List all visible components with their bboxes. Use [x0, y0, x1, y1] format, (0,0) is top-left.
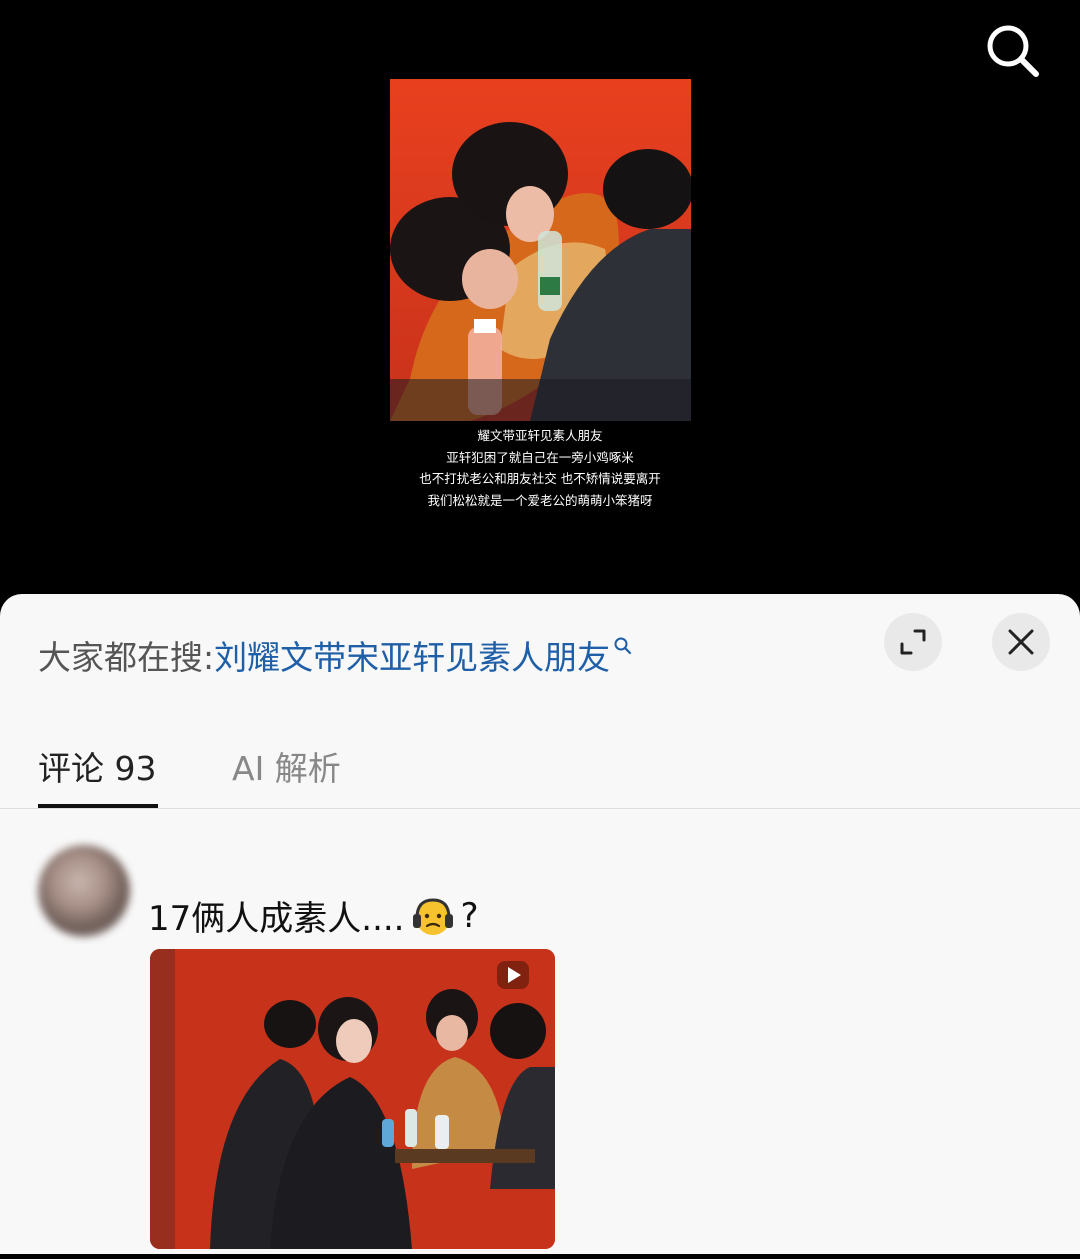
close-button[interactable]	[992, 613, 1050, 671]
tab-comments[interactable]: 评论 93	[38, 742, 156, 790]
comment-text-part: 17俩人成素人....	[148, 899, 405, 939]
username-blurred[interactable]	[150, 849, 230, 879]
search-icon	[987, 25, 1039, 77]
caption-line: 耀文带亚轩见素人朋友	[477, 428, 603, 443]
expand-button[interactable]	[884, 613, 942, 671]
search-small-icon	[614, 637, 632, 655]
caption-line: 亚轩犯困了就自己在一旁小鸡啄米	[446, 449, 634, 465]
hot-search-link[interactable]: 刘耀文带宋亚轩见素人朋友	[214, 631, 610, 679]
comment-text: 17俩人成素人.... ?	[148, 891, 479, 940]
video-player[interactable]: 耀文带亚轩见素人朋友 亚轩犯困了就自己在一旁小鸡啄米 也不打扰老公和朋友社交 也…	[0, 0, 1080, 600]
comment-text-part: ?	[460, 895, 479, 936]
search-button[interactable]	[980, 18, 1044, 82]
close-icon	[1008, 629, 1034, 655]
caption-line: 我们松松就是一个爱老公的萌萌小笨猪呀	[427, 492, 653, 508]
headphones-face-emoji-icon	[412, 897, 453, 935]
comment-item: 17俩人成素人.... ?	[0, 809, 1080, 1259]
play-icon	[497, 961, 529, 989]
caption-line: 也不打扰老公和朋友社交 也不矫情说要离开	[419, 471, 661, 486]
video-scene-image	[390, 79, 691, 421]
tab-bar: 评论 93 AI 解析	[0, 732, 1080, 808]
video-caption: 耀文带亚轩见素人朋友 亚轩犯困了就自己在一旁小鸡啄米 也不打扰老公和朋友社交 也…	[330, 425, 750, 511]
comments-sheet: 大家都在搜: 刘耀文带宋亚轩见素人朋友 评论 93 AI 解析 17俩人成素人.…	[0, 594, 1080, 1254]
hot-search-prefix: 大家都在搜:	[38, 638, 215, 677]
hot-search-bar[interactable]: 大家都在搜: 刘耀文带宋亚轩见素人朋友	[38, 628, 633, 682]
video-thumbnail[interactable]	[390, 79, 691, 421]
tab-ai-analysis[interactable]: AI 解析	[232, 742, 341, 790]
comment-video-thumbnail[interactable]	[150, 949, 555, 1249]
avatar[interactable]	[38, 845, 130, 937]
expand-icon	[900, 629, 926, 655]
